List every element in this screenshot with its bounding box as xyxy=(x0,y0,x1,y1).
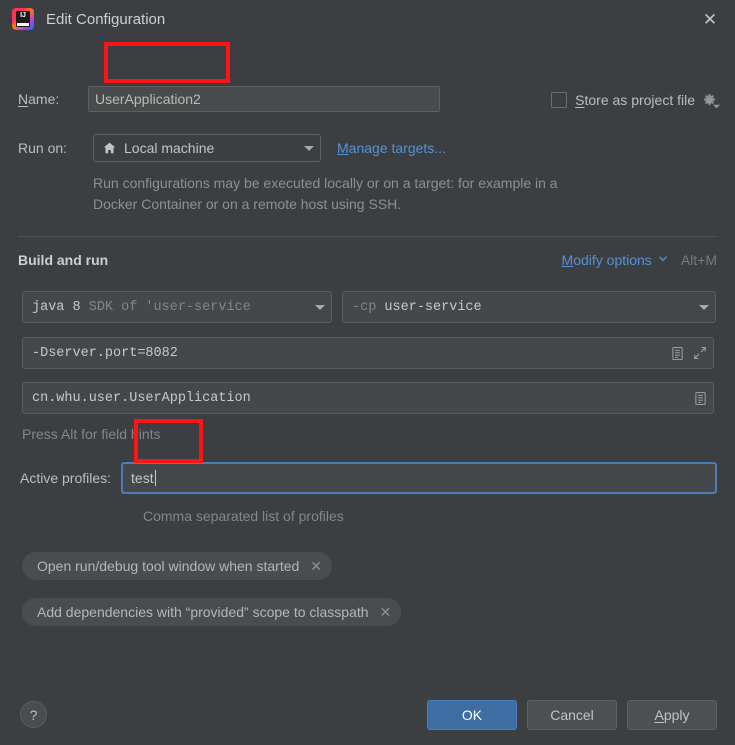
title-bar: Edit Configuration ✕ xyxy=(0,0,735,38)
name-input-value: UserApplication2 xyxy=(95,91,201,107)
gear-icon[interactable] xyxy=(702,93,720,108)
run-on-row: Run on: Local machine Manage targets... xyxy=(18,134,446,162)
name-label-mnemonic: N xyxy=(18,91,29,107)
option-chip[interactable]: Open run/debug tool window when started … xyxy=(22,552,333,580)
modify-options-mnemonic: M xyxy=(561,252,574,268)
close-icon[interactable]: ✕ xyxy=(380,605,392,619)
store-label-mnemonic: S xyxy=(575,92,585,108)
apply-button[interactable]: Apply xyxy=(627,700,717,730)
help-button[interactable]: ? xyxy=(20,701,47,728)
jre-secondary-label: SDK of 'user-service xyxy=(88,299,251,315)
active-profiles-value: test xyxy=(131,470,154,486)
text-cursor xyxy=(154,470,156,486)
chevron-down-icon[interactable] xyxy=(658,254,668,267)
option-chip-label: Open run/debug tool window when started xyxy=(37,558,300,574)
store-as-project-file-label: Store as project file xyxy=(575,92,695,108)
modify-options-rest: odify options xyxy=(573,252,652,268)
chevron-down-icon xyxy=(699,304,709,310)
active-profiles-label: Active profiles: xyxy=(20,470,112,486)
build-and-run-header: Build and run Modify options Alt+M xyxy=(18,252,717,268)
store-as-project-file-checkbox[interactable] xyxy=(551,92,568,108)
cancel-button[interactable]: Cancel xyxy=(527,700,617,730)
window-title: Edit Configuration xyxy=(46,10,166,28)
name-label-rest: ame: xyxy=(28,91,60,107)
classpath-module: user-service xyxy=(384,299,482,315)
section-divider xyxy=(18,236,717,237)
name-label: Name: xyxy=(18,91,88,107)
classpath-prefix: -cp xyxy=(352,299,377,315)
chevron-down-icon xyxy=(315,304,325,310)
option-chip[interactable]: Add dependencies with “provided” scope t… xyxy=(22,598,402,626)
option-chip-label: Add dependencies with “provided” scope t… xyxy=(37,604,369,620)
run-on-target-dropdown[interactable]: Local machine xyxy=(93,134,321,162)
active-profiles-row: Active profiles: test xyxy=(20,462,717,494)
apply-rest: pply xyxy=(663,707,690,723)
main-class-value: cn.whu.user.UserApplication xyxy=(32,390,251,406)
document-icon[interactable] xyxy=(694,391,707,406)
modify-options-link[interactable]: Modify options xyxy=(562,252,652,268)
main-class-input[interactable]: cn.whu.user.UserApplication xyxy=(22,382,714,414)
jre-primary-label: java 8 xyxy=(32,299,81,315)
vm-options-input[interactable]: -Dserver.port=8082 xyxy=(22,337,714,369)
manage-targets-mnemonic: M xyxy=(337,140,349,156)
modify-options-shortcut: Alt+M xyxy=(680,252,717,268)
run-on-label: Run on: xyxy=(18,140,68,156)
store-label-rest: tore as project file xyxy=(584,92,696,108)
jre-dropdown[interactable]: java 8 SDK of 'user-service xyxy=(22,291,332,323)
dialog-button-bar: OK Cancel Apply xyxy=(427,700,717,730)
manage-targets-rest: anage targets... xyxy=(348,140,446,156)
name-input[interactable]: UserApplication2 xyxy=(88,86,440,112)
expand-icon[interactable] xyxy=(693,346,707,360)
ok-button[interactable]: OK xyxy=(427,700,517,730)
home-icon xyxy=(102,141,117,155)
annotation-highlight-name xyxy=(104,42,230,83)
active-profiles-input[interactable]: test xyxy=(121,462,717,494)
close-icon[interactable]: ✕ xyxy=(310,559,322,573)
store-as-project-file-group: Store as project file xyxy=(551,86,720,114)
close-icon[interactable]: ✕ xyxy=(699,8,721,30)
field-hints-text: Press Alt for field hints xyxy=(22,426,161,442)
jre-classpath-row: java 8 SDK of 'user-service -cp user-ser… xyxy=(22,291,716,323)
apply-mnemonic: A xyxy=(654,707,664,723)
document-icon[interactable] xyxy=(671,346,684,361)
run-on-selected-value: Local machine xyxy=(124,140,215,156)
modify-options-group: Modify options Alt+M xyxy=(562,252,717,268)
section-title: Build and run xyxy=(18,252,109,268)
intellij-idea-logo xyxy=(12,8,34,30)
classpath-dropdown[interactable]: -cp user-service xyxy=(342,291,716,323)
vm-options-value: -Dserver.port=8082 xyxy=(32,345,178,361)
active-profiles-hint: Comma separated list of profiles xyxy=(143,508,344,524)
run-on-description: Run configurations may be executed local… xyxy=(93,175,558,212)
manage-targets-link[interactable]: Manage targets... xyxy=(337,140,446,156)
chevron-down-icon xyxy=(304,145,314,151)
name-row: Name: UserApplication2 Store as project … xyxy=(18,86,720,114)
